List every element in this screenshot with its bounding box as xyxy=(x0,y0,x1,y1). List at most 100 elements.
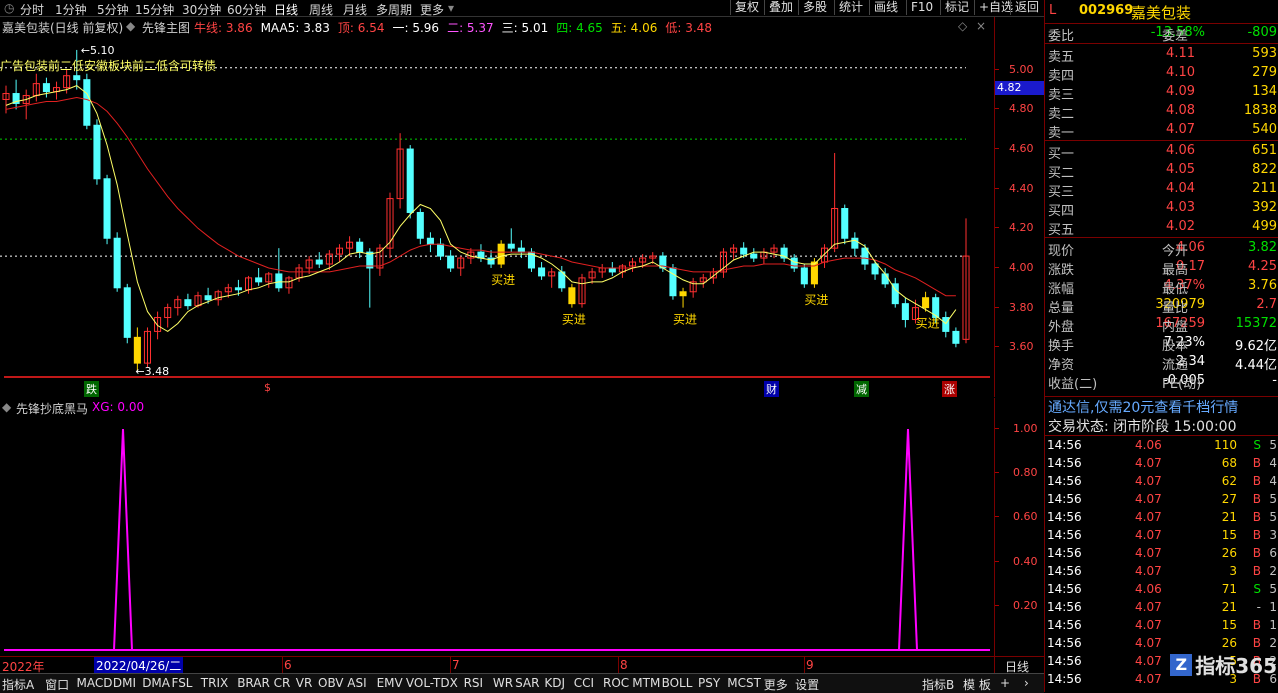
candle xyxy=(406,145,414,219)
indicator-tab-20[interactable]: MTM xyxy=(632,676,660,690)
price-tick-mark xyxy=(995,187,999,189)
period-tab-0[interactable]: 分时 xyxy=(20,1,44,18)
sell-row[interactable]: 卖一 4.07 540 xyxy=(1045,121,1278,141)
buy-row[interactable]: 买三 4.04 211 xyxy=(1045,180,1278,200)
indicator-tab-18[interactable]: CCI xyxy=(574,676,594,690)
indicator-tab-8[interactable]: CR xyxy=(274,676,291,690)
sell-row[interactable]: 卖五 4.11 593 xyxy=(1045,45,1278,65)
buy-row[interactable]: 买五 4.02 499 xyxy=(1045,218,1278,238)
period-tab-5[interactable]: 60分钟 xyxy=(227,1,266,18)
event-marker-4[interactable]: 涨 xyxy=(942,381,957,397)
kline-svg[interactable]: ←5.10←3.48买进买进 买进买进买进 xyxy=(0,17,994,397)
indicator-tab-13[interactable]: VOL-TDX xyxy=(406,676,458,690)
buy-row[interactable]: 买二 4.05 822 xyxy=(1045,161,1278,181)
chevron-right-icon[interactable]: › xyxy=(1024,676,1029,690)
period-tab-4[interactable]: 30分钟 xyxy=(182,1,221,18)
xg-pulse xyxy=(113,429,133,651)
indicator-tab-17[interactable]: KDJ xyxy=(544,676,565,690)
month-label: 9 xyxy=(806,658,814,672)
toolbar-button-8[interactable]: 返回 xyxy=(1010,0,1043,15)
candle xyxy=(436,238,445,261)
toolbar-button-6[interactable]: 标记 xyxy=(940,0,973,15)
stock-header: L 002969 嘉美包装 xyxy=(1045,0,1278,22)
period-tab-7[interactable]: 周线 xyxy=(309,1,333,18)
indicator-tab-19[interactable]: ROC xyxy=(603,676,629,690)
indicator-tab-24[interactable]: 更多 xyxy=(764,676,788,693)
indicator-tab-7[interactable]: BRAR xyxy=(237,676,270,690)
indicator-tab-2[interactable]: MACD xyxy=(77,676,113,690)
period-tab-6[interactable]: 日线 xyxy=(274,1,298,18)
sell-row[interactable]: 卖四 4.10 279 xyxy=(1045,64,1278,84)
indicator-title[interactable]: 先锋抄底黑马 xyxy=(16,400,88,417)
indicator-tab-11[interactable]: ASI xyxy=(347,676,366,690)
indicator-tab-23[interactable]: MCST xyxy=(727,676,761,690)
price-tick-mark xyxy=(995,68,999,70)
indicator-tab-5[interactable]: FSL xyxy=(172,676,193,690)
sell-row[interactable]: 卖三 4.09 134 xyxy=(1045,83,1278,103)
quote-panel: L 002969 嘉美包装 委比 -13.58% 委差 -809 卖五 4.11 5… xyxy=(1044,0,1278,692)
chevron-down-icon[interactable]: ▾ xyxy=(448,1,454,15)
candle xyxy=(800,264,808,288)
period-tab-10[interactable]: 更多 xyxy=(420,1,444,18)
buy-row[interactable]: 买一 4.06 651 xyxy=(1045,142,1278,162)
indicator-tab-25[interactable]: 设置 xyxy=(795,676,819,693)
indicator-tab-6[interactable]: TRIX xyxy=(201,676,228,690)
toolbar-button-2[interactable]: 多股 xyxy=(798,0,831,15)
event-marker-1[interactable]: $ xyxy=(262,381,273,394)
indicator-tab-1[interactable]: 窗口 xyxy=(45,676,69,693)
candle xyxy=(507,228,515,253)
close-icon[interactable]: × xyxy=(976,19,986,33)
candle xyxy=(315,252,323,268)
candle xyxy=(457,256,465,276)
collapse-arrow-icon[interactable]: ◆ xyxy=(2,400,11,414)
month-label: 6 xyxy=(284,658,292,672)
indicator-name[interactable]: 先锋主图 xyxy=(142,19,190,36)
period-tab-1[interactable]: 1分钟 xyxy=(55,1,87,18)
clock-icon: ◷ xyxy=(4,1,15,15)
indicator-svg[interactable] xyxy=(0,398,994,656)
toolbar-button-4[interactable]: 画线 xyxy=(869,0,902,15)
toolbar-button-1[interactable]: 叠加 xyxy=(764,0,797,15)
ind-tick-label: 1.00 xyxy=(1013,422,1038,436)
stat-row: 现价 4.06 今开 3.82 xyxy=(1048,240,1277,259)
toolbar-button-3[interactable]: 统计 xyxy=(834,0,867,15)
indicator-tab-16[interactable]: SAR xyxy=(515,676,539,690)
indicator-tab-4[interactable]: DMA xyxy=(142,676,170,690)
indicator-tab-14[interactable]: RSI xyxy=(464,676,484,690)
event-marker-3[interactable]: 减 xyxy=(854,381,869,397)
month-label: 8 xyxy=(620,658,628,672)
candle xyxy=(184,293,192,310)
sell-row[interactable]: 卖二 4.08 1838 xyxy=(1045,102,1278,122)
period-indicator[interactable]: 日线 xyxy=(994,656,1045,674)
collapse-arrow-icon[interactable]: ◆ xyxy=(126,19,135,33)
indicator-tab-15[interactable]: WR xyxy=(493,676,513,690)
event-marker-2[interactable]: 财 xyxy=(764,381,779,397)
indicator-item-5: 三: 5.01 xyxy=(501,21,549,35)
toolbar-button-0[interactable]: 复权 xyxy=(730,0,763,15)
indicator-tab-0[interactable]: 指标A xyxy=(2,676,34,693)
indicator-tab-10[interactable]: OBV xyxy=(318,676,344,690)
add-icon[interactable]: + xyxy=(1000,676,1010,690)
indicator-tab-9[interactable]: VR xyxy=(296,676,313,690)
diamond-icon[interactable]: ◇ xyxy=(958,19,967,33)
candle xyxy=(123,283,131,344)
event-marker-0[interactable]: 跌 xyxy=(84,381,99,397)
indicator-chart[interactable]: ◆ 先锋抄底黑马 XG: 0.00 xyxy=(0,398,994,656)
period-tab-8[interactable]: 月线 xyxy=(343,1,367,18)
toolbar-button-5[interactable]: F10 xyxy=(906,0,937,15)
period-tab-2[interactable]: 5分钟 xyxy=(97,1,129,18)
template-tab[interactable]: 模 板 xyxy=(963,676,991,693)
ind-tick-label: 0.80 xyxy=(1013,466,1038,480)
indicator-scale: 1.00 0.80 0.60 0.40 0.20 xyxy=(994,398,1045,656)
indicator-tab-21[interactable]: BOLL xyxy=(662,676,693,690)
indicator-b-tab[interactable]: 指标B xyxy=(922,676,954,693)
period-tab-3[interactable]: 15分钟 xyxy=(135,1,174,18)
indicator-tab-3[interactable]: DMI xyxy=(113,676,136,690)
main-kline-chart[interactable]: ←5.10 ←3.48 买进 买进 买进 买进 买进 嘉美包装(日线 前复权) ◆ 先锋主图… xyxy=(0,17,994,397)
period-tab-9[interactable]: 多周期 xyxy=(376,1,412,18)
promo-row[interactable]: 通达信,仅需20元查看千档行情 xyxy=(1045,397,1278,416)
indicator-tab-22[interactable]: PSY xyxy=(698,676,720,690)
stat-row: 净资 2.34 流通 4.44亿 xyxy=(1048,354,1277,373)
buy-row[interactable]: 买四 4.03 392 xyxy=(1045,199,1278,219)
indicator-tab-12[interactable]: EMV xyxy=(377,676,403,690)
